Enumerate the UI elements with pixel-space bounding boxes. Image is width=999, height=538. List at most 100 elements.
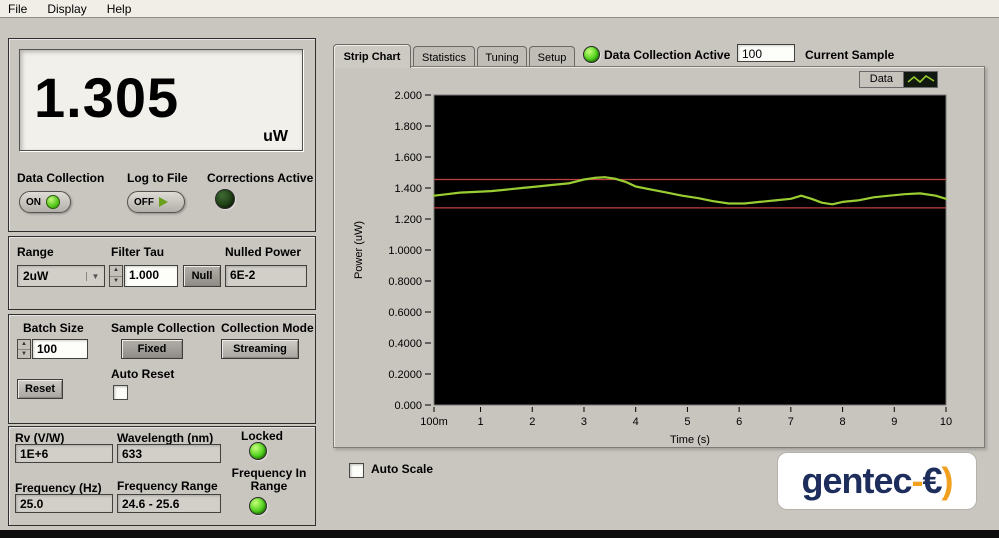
log-to-file-toggle-state: OFF xyxy=(134,197,154,208)
svg-text:6: 6 xyxy=(736,416,742,428)
svg-text:1.400: 1.400 xyxy=(394,183,422,195)
svg-text:1.0000: 1.0000 xyxy=(388,245,422,257)
legend-label: Data xyxy=(859,71,904,88)
locked-led xyxy=(249,442,267,460)
meter-panel: 1.305 uW Data Collection Log to File Cor… xyxy=(8,38,316,232)
frequency-range-label: Frequency Range xyxy=(117,479,218,493)
power-unit: uW xyxy=(263,128,288,146)
strip-chart-page: Data 2.000 1.800 1.600 1.400 1.200 1.0000 0.80… xyxy=(333,66,985,448)
log-to-file-label: Log to File xyxy=(127,171,188,185)
logo-e: € xyxy=(923,460,942,502)
auto-reset-label: Auto Reset xyxy=(111,367,174,381)
svg-text:2.000: 2.000 xyxy=(394,90,422,102)
current-sample-field[interactable]: 100 xyxy=(737,44,795,62)
data-collection-toggle[interactable]: ON xyxy=(19,191,71,213)
batch-size-stepper[interactable]: ▲ ▼ xyxy=(17,339,31,359)
sample-collection-label: Sample Collection xyxy=(111,321,215,335)
corrections-active-led xyxy=(215,189,235,209)
window-bottom-edge xyxy=(0,530,999,538)
batch-panel: Batch Size Sample Collection Collection … xyxy=(8,314,316,424)
svg-text:0.4000: 0.4000 xyxy=(388,338,422,350)
svg-text:0.2000: 0.2000 xyxy=(388,369,422,381)
spin-up-icon: ▲ xyxy=(110,266,122,277)
svg-text:0.000: 0.000 xyxy=(394,400,422,412)
log-to-file-toggle[interactable]: OFF xyxy=(127,191,185,213)
chart-legend[interactable]: Data xyxy=(859,71,938,88)
logo-dash: - xyxy=(912,460,923,502)
null-button[interactable]: Null xyxy=(183,265,221,287)
svg-text:1.200: 1.200 xyxy=(394,214,422,226)
filter-tau-field[interactable]: 1.000 xyxy=(124,265,178,287)
svg-text:1.600: 1.600 xyxy=(394,152,422,164)
auto-scale-label: Auto Scale xyxy=(371,462,433,476)
collection-mode-button[interactable]: Streaming xyxy=(221,339,299,359)
strip-chart-svg: 2.000 1.800 1.600 1.400 1.200 1.0000 0.8000 0.6… xyxy=(338,85,982,447)
toggle-on-indicator-icon xyxy=(46,195,60,209)
svg-text:5: 5 xyxy=(684,416,690,428)
data-collection-active-label: Data Collection Active xyxy=(604,48,730,62)
collection-mode-label: Collection Mode xyxy=(221,321,314,335)
range-dropdown[interactable]: 2uW ▼ xyxy=(17,265,105,287)
svg-text:7: 7 xyxy=(788,416,794,428)
spin-down-icon: ▼ xyxy=(110,277,122,287)
power-value: 1.305 xyxy=(34,50,179,146)
menu-file[interactable]: File xyxy=(8,2,27,16)
sensor-panel: Rv (V/W) Wavelength (nm) Locked 1E+6 633… xyxy=(8,426,316,526)
wavelength-label: Wavelength (nm) xyxy=(117,431,213,445)
rv-field[interactable]: 1E+6 xyxy=(15,444,113,463)
tab-statistics[interactable]: Statistics xyxy=(413,46,475,68)
logo-o: ) xyxy=(942,460,953,502)
chevron-down-icon: ▼ xyxy=(86,272,104,281)
data-collection-label: Data Collection xyxy=(17,171,104,185)
batch-size-field[interactable]: 100 xyxy=(32,339,88,359)
auto-scale-checkbox[interactable] xyxy=(349,463,364,478)
locked-label: Locked xyxy=(241,429,283,443)
svg-text:Power (uW): Power (uW) xyxy=(353,221,365,279)
svg-text:0.8000: 0.8000 xyxy=(388,276,422,288)
tab-setup[interactable]: Setup xyxy=(529,46,575,68)
spin-down-icon: ▼ xyxy=(18,350,30,359)
svg-text:3: 3 xyxy=(581,416,587,428)
logo-text: gentec xyxy=(801,460,911,502)
corrections-active-label: Corrections Active xyxy=(207,171,313,185)
svg-text:100m: 100m xyxy=(420,416,448,428)
svg-text:0.6000: 0.6000 xyxy=(388,307,422,319)
gentec-logo: gentec-€) xyxy=(777,452,977,510)
spin-up-icon: ▲ xyxy=(18,340,30,350)
legend-plot-sample-icon xyxy=(904,71,938,88)
range-label: Range xyxy=(17,245,54,259)
filter-tau-stepper[interactable]: ▲ ▼ xyxy=(109,265,123,287)
svg-text:Time (s): Time (s) xyxy=(670,434,710,446)
app-window: File Display Help 1.305 uW Data Collecti… xyxy=(0,0,999,538)
frequency-field[interactable]: 25.0 xyxy=(15,494,113,513)
menu-help[interactable]: Help xyxy=(107,2,132,16)
batch-size-label: Batch Size xyxy=(23,321,84,335)
reset-button[interactable]: Reset xyxy=(17,379,63,399)
data-collection-active-led xyxy=(583,46,600,63)
svg-text:1: 1 xyxy=(477,416,483,428)
nulled-power-label: Nulled Power xyxy=(225,245,301,259)
svg-text:4: 4 xyxy=(633,416,639,428)
wavelength-field[interactable]: 633 xyxy=(117,444,221,463)
rv-label: Rv (V/W) xyxy=(15,431,64,445)
tab-tuning[interactable]: Tuning xyxy=(477,46,527,68)
range-value: 2uW xyxy=(18,269,86,283)
toggle-arrow-icon xyxy=(159,197,168,207)
menu-bar: File Display Help xyxy=(0,0,999,18)
sample-collection-button[interactable]: Fixed xyxy=(121,339,183,359)
nulled-power-field[interactable]: 6E-2 xyxy=(225,265,307,287)
frequency-in-range-led xyxy=(249,497,267,515)
frequency-label: Frequency (Hz) xyxy=(15,481,102,495)
filter-tau-label: Filter Tau xyxy=(111,245,164,259)
svg-text:1.800: 1.800 xyxy=(394,121,422,133)
menu-display[interactable]: Display xyxy=(47,2,86,16)
svg-text:9: 9 xyxy=(891,416,897,428)
svg-text:8: 8 xyxy=(840,416,846,428)
power-readout: 1.305 uW xyxy=(19,49,303,151)
tab-strip-chart[interactable]: Strip Chart xyxy=(333,44,411,68)
frequency-range-field[interactable]: 24.6 - 25.6 xyxy=(117,494,221,513)
data-collection-toggle-state: ON xyxy=(26,197,41,208)
auto-reset-checkbox[interactable] xyxy=(113,385,128,400)
svg-text:2: 2 xyxy=(529,416,535,428)
frequency-in-range-label: Frequency In Range xyxy=(229,467,309,493)
